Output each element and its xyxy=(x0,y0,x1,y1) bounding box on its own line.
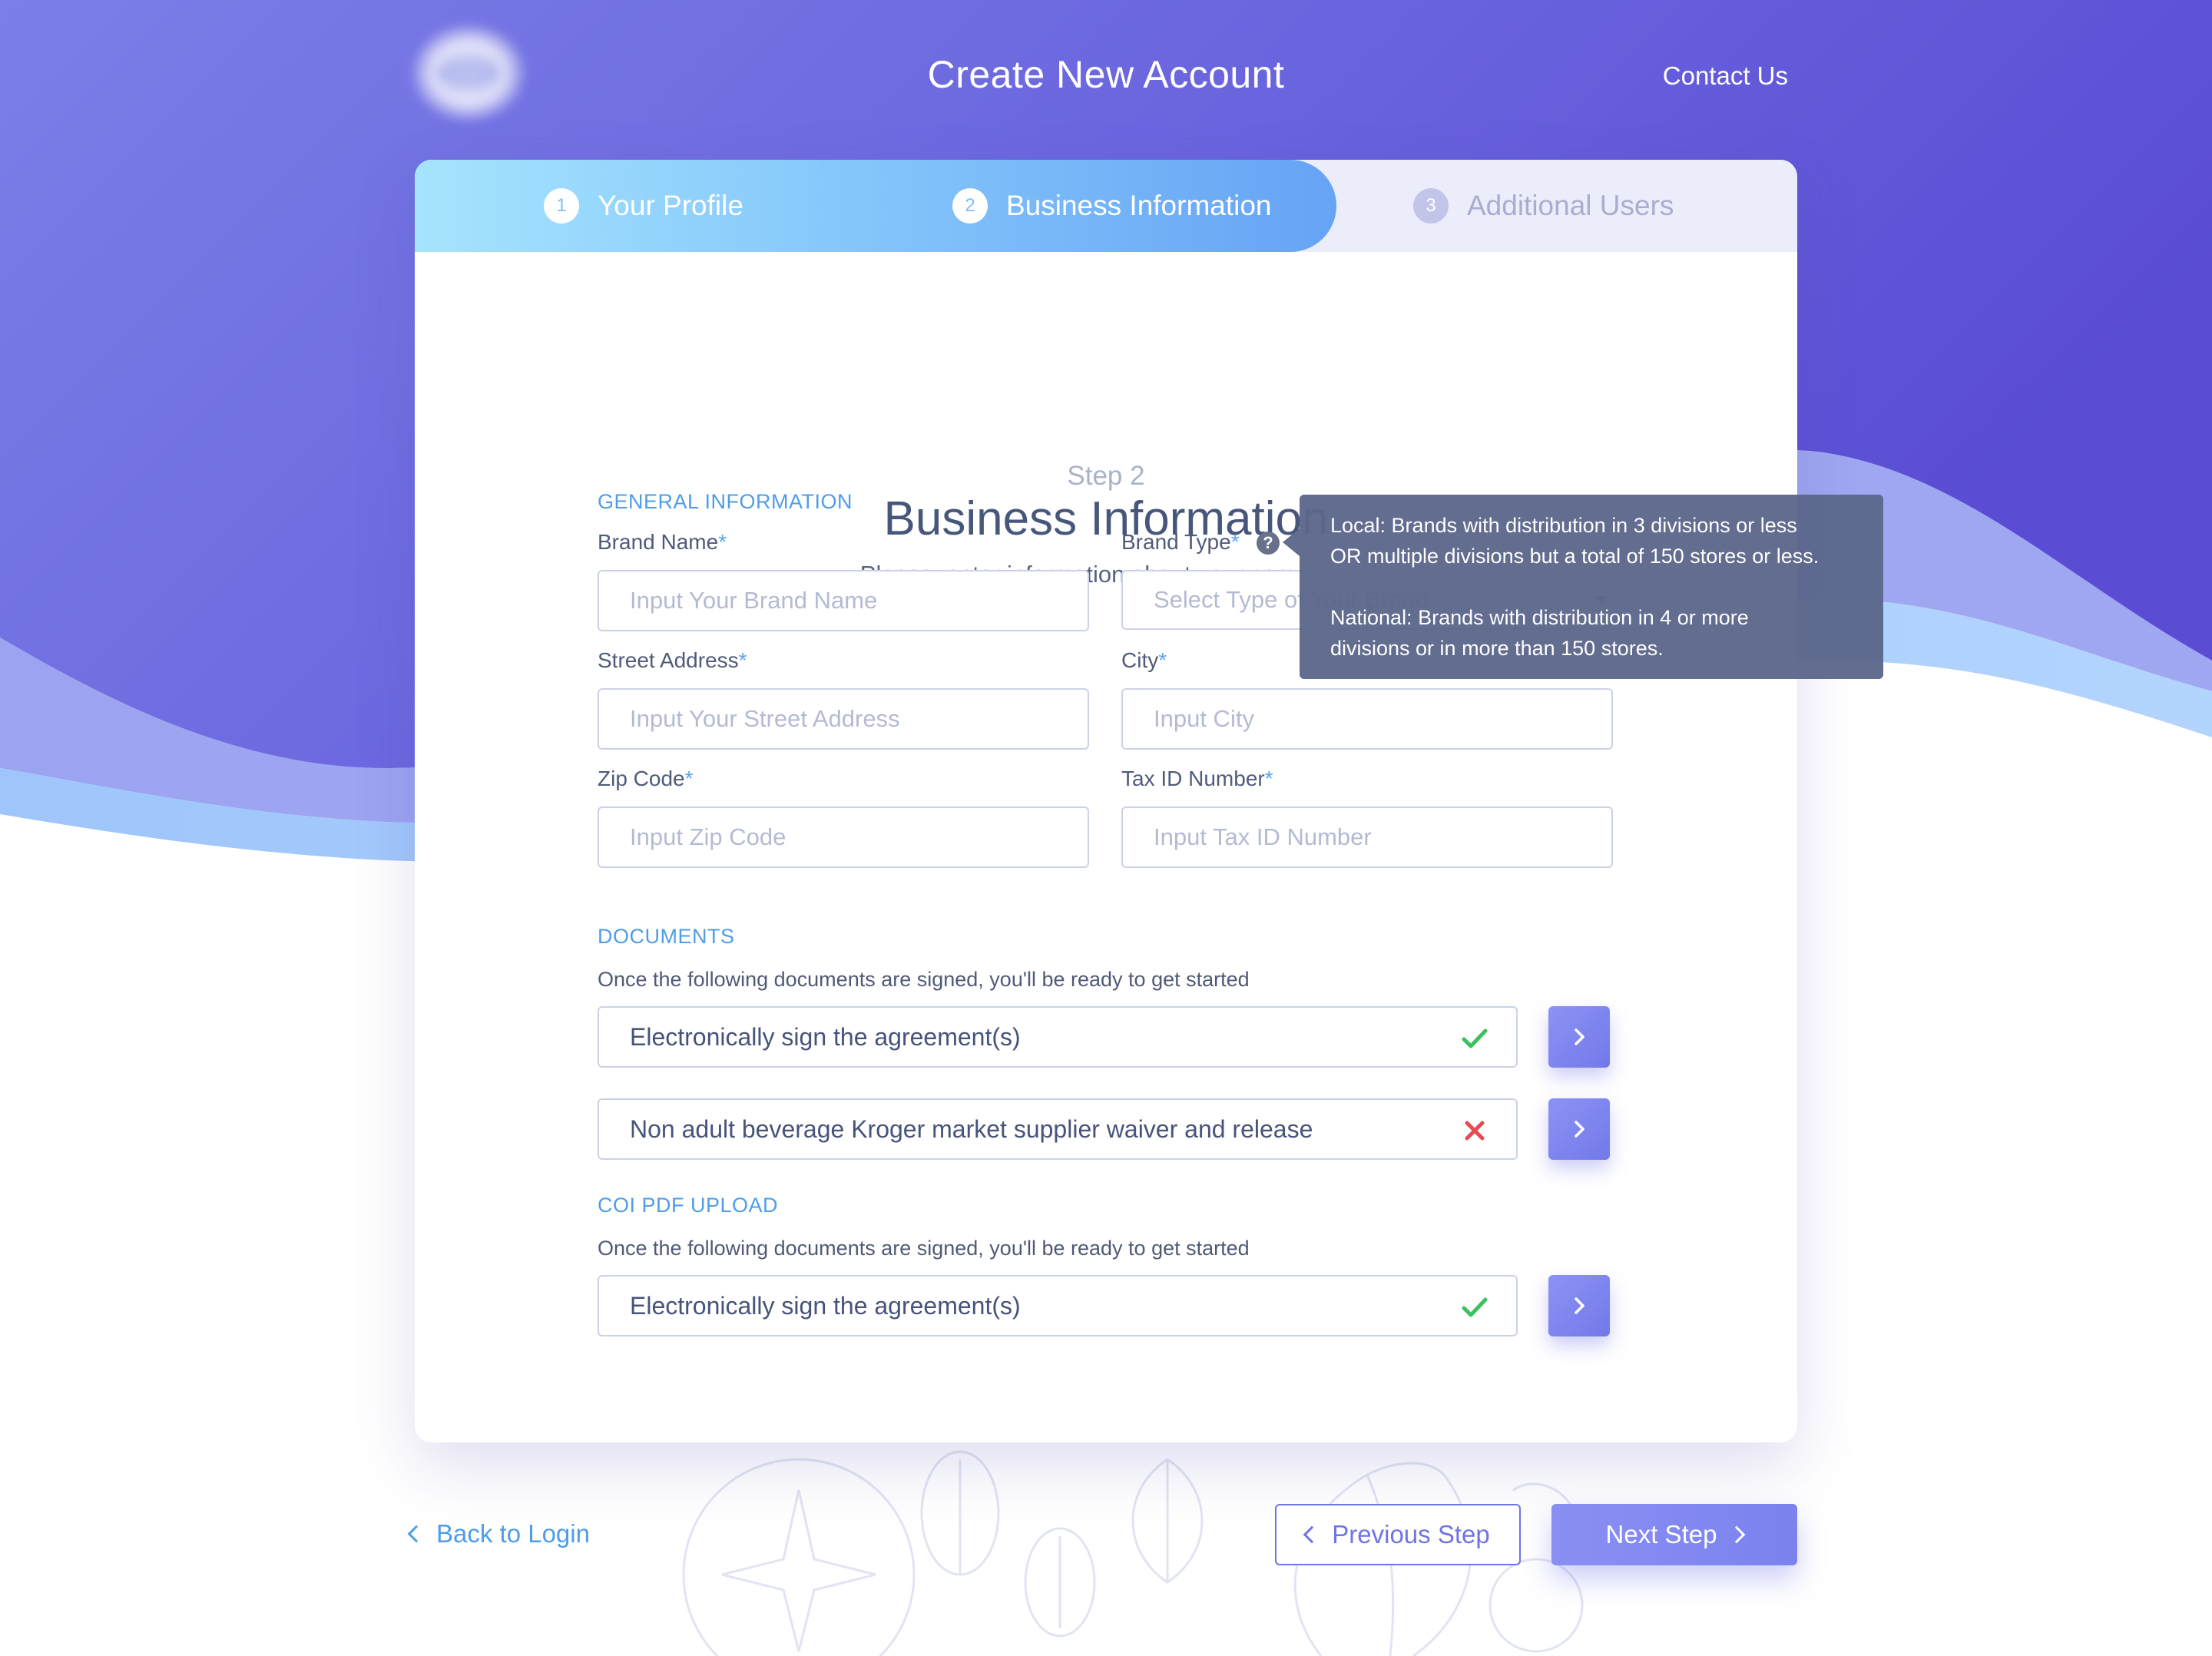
brand-type-label: Brand Type* xyxy=(1121,530,1240,555)
tooltip-line: National: Brands with distribution in 4 … xyxy=(1330,606,1749,629)
required-mark: * xyxy=(1158,648,1167,672)
tax-id-label: Tax ID Number* xyxy=(1121,767,1273,791)
documents-hint: Once the following documents are signed,… xyxy=(598,968,1250,991)
label-text: Zip Code xyxy=(598,767,685,790)
city-input[interactable] xyxy=(1121,688,1613,750)
next-step-label: Next Step xyxy=(1605,1520,1717,1548)
section-title-documents: DOCUMENTS xyxy=(598,925,735,948)
brand-name-label: Brand Name* xyxy=(598,530,727,555)
page-title: Create New Account xyxy=(927,53,1285,96)
street-address-label: Street Address* xyxy=(598,648,747,673)
step-number-3: 3 xyxy=(1413,188,1449,224)
label-text: Brand Type xyxy=(1121,530,1231,554)
required-mark: * xyxy=(684,767,694,790)
chevron-right-icon xyxy=(1575,1028,1584,1045)
tooltip-line: OR multiple divisions but a total of 150… xyxy=(1330,545,1820,568)
document-title: Non adult beverage Kroger market supplie… xyxy=(630,1114,1313,1143)
required-mark: * xyxy=(738,648,747,672)
brand-logo-mark xyxy=(436,55,501,91)
step-label: Your Profile xyxy=(598,190,743,221)
required-mark: * xyxy=(1264,767,1273,790)
label-text: Brand Name xyxy=(598,530,719,554)
document-title: Electronically sign the agreement(s) xyxy=(630,1291,1021,1320)
step-your-profile[interactable]: 1 Your Profile xyxy=(544,160,743,252)
step-additional-users[interactable]: 3 Additional Users xyxy=(1413,160,1674,252)
document-title: Electronically sign the agreement(s) xyxy=(630,1022,1021,1051)
coi-hint: Once the following documents are signed,… xyxy=(598,1237,1250,1260)
question-circle-icon[interactable]: ? xyxy=(1257,532,1280,555)
step-number-2: 2 xyxy=(952,188,988,224)
registration-card: 1 Your Profile 2 Business Information 3 … xyxy=(415,160,1797,1442)
chevron-left-icon xyxy=(407,1525,426,1543)
cross-icon xyxy=(1465,1121,1485,1141)
label-text: Street Address xyxy=(598,648,739,672)
open-document-button[interactable] xyxy=(1548,1275,1610,1336)
open-document-button[interactable] xyxy=(1548,1006,1610,1068)
section-title-general: GENERAL INFORMATION xyxy=(598,490,853,513)
check-icon xyxy=(1462,1028,1488,1048)
step-label: Additional Users xyxy=(1467,190,1674,221)
chevron-right-icon xyxy=(1728,1525,1746,1544)
chevron-right-icon xyxy=(1575,1121,1584,1138)
chevron-left-icon xyxy=(1303,1525,1321,1544)
street-address-input[interactable] xyxy=(598,688,1089,750)
city-label: City* xyxy=(1121,648,1167,673)
step-counter: Step 2 xyxy=(1067,461,1145,491)
required-mark: * xyxy=(1230,530,1240,554)
document-row: Electronically sign the agreement(s) xyxy=(598,1275,1518,1336)
document-row: Non adult beverage Kroger market supplie… xyxy=(598,1098,1518,1160)
zip-code-label: Zip Code* xyxy=(598,767,694,791)
section-title-coi-upload: COI PDF UPLOAD xyxy=(598,1194,779,1217)
previous-step-button[interactable]: Previous Step xyxy=(1275,1504,1521,1565)
tooltip-line: divisions or in more than 150 stores. xyxy=(1330,637,1664,660)
zip-code-input[interactable] xyxy=(598,806,1089,868)
brand-type-tooltip: Local: Brands with distribution in 3 div… xyxy=(1283,495,1883,679)
progress-stepper: 1 Your Profile 2 Business Information 3 … xyxy=(415,160,1797,252)
back-to-login-label: Back to Login xyxy=(436,1519,590,1548)
tooltip-line: Local: Brands with distribution in 3 div… xyxy=(1330,514,1797,537)
step-business-information[interactable]: 2 Business Information xyxy=(952,160,1272,252)
step-label: Business Information xyxy=(1006,190,1272,221)
next-step-button[interactable]: Next Step xyxy=(1551,1504,1797,1565)
tax-id-input[interactable] xyxy=(1121,806,1613,868)
contact-us-link[interactable]: Contact Us xyxy=(1663,61,1788,91)
label-text: Tax ID Number xyxy=(1121,767,1265,790)
open-document-button[interactable] xyxy=(1548,1098,1610,1160)
label-text: City xyxy=(1121,648,1159,672)
check-icon xyxy=(1462,1297,1488,1317)
step-number-1: 1 xyxy=(544,188,579,224)
previous-step-label: Previous Step xyxy=(1332,1520,1490,1548)
required-mark: * xyxy=(718,530,727,554)
chevron-right-icon xyxy=(1575,1297,1584,1314)
brand-name-input[interactable] xyxy=(598,570,1089,631)
back-to-login-link[interactable]: Back to Login xyxy=(407,1519,590,1548)
document-row: Electronically sign the agreement(s) xyxy=(598,1006,1518,1068)
